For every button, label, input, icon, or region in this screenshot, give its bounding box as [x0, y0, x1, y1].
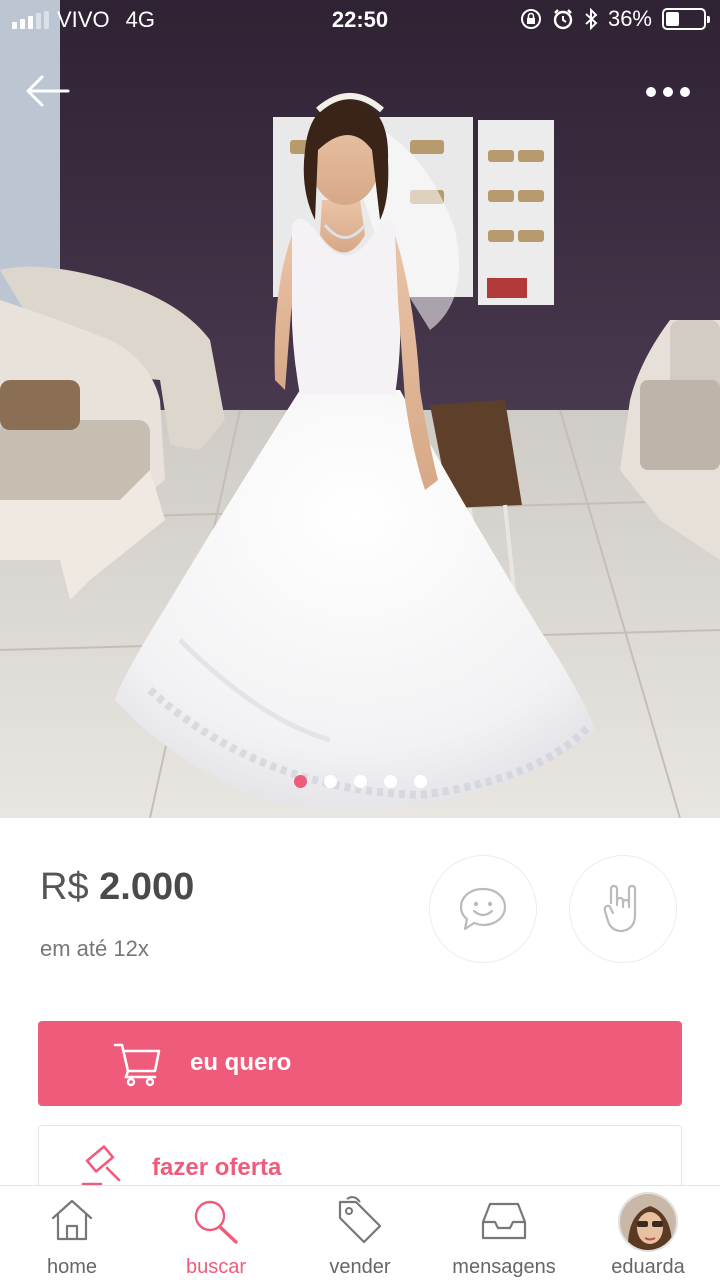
rotation-lock-icon	[520, 9, 541, 29]
inbox-icon	[481, 1202, 527, 1240]
carousel-dot[interactable]	[353, 775, 367, 788]
carousel-dot[interactable]	[293, 775, 307, 788]
more-options-button[interactable]	[646, 80, 696, 104]
price-value: 2.000	[99, 866, 195, 908]
want-button-label: eu quero	[190, 1049, 292, 1076]
rock-hand-icon	[603, 884, 637, 933]
chat-smile-icon	[459, 887, 507, 931]
carousel-pager[interactable]	[0, 775, 720, 788]
tab-label: vender	[329, 1256, 391, 1278]
price-label: R$ 2.000	[40, 866, 194, 909]
tab-search[interactable]: buscar	[144, 1186, 288, 1280]
rock-button[interactable]	[569, 855, 677, 963]
home-icon	[51, 1199, 93, 1241]
installments-label: em até 12x	[40, 936, 149, 961]
avatar	[618, 1192, 678, 1252]
back-arrow-icon	[26, 75, 70, 107]
status-bar: VIVO 4G 22:50 36%	[0, 0, 720, 40]
currency: R$	[40, 866, 89, 908]
battery-percent: 36%	[607, 6, 652, 31]
carousel-dot[interactable]	[413, 775, 427, 788]
alarm-icon	[553, 9, 573, 30]
bottom-tab-bar: home buscar vender mensagens eduarda	[0, 1185, 720, 1280]
carousel-dot[interactable]	[383, 775, 397, 788]
tab-label: mensagens	[452, 1256, 556, 1278]
tab-home[interactable]: home	[0, 1186, 144, 1280]
make-offer-label: fazer oferta	[152, 1154, 282, 1181]
tab-label: buscar	[185, 1256, 247, 1278]
tab-profile[interactable]: eduarda	[576, 1186, 720, 1280]
tab-label: home	[46, 1256, 98, 1278]
chat-button[interactable]	[429, 855, 537, 963]
more-options-icon	[646, 87, 656, 97]
back-button[interactable]	[20, 70, 74, 112]
search-icon	[194, 1200, 238, 1244]
cart-icon	[113, 1043, 161, 1087]
wedding-dress-photo	[0, 0, 720, 818]
tab-sell[interactable]: vender	[288, 1186, 432, 1280]
want-button[interactable]: eu quero	[38, 1021, 682, 1106]
tab-label: eduarda	[611, 1256, 685, 1278]
tab-messages[interactable]: mensagens	[432, 1186, 576, 1280]
price-tag-icon	[338, 1196, 382, 1244]
battery-icon	[662, 8, 710, 30]
bluetooth-icon	[585, 7, 598, 31]
carousel-dot[interactable]	[323, 775, 337, 788]
product-photo-carousel[interactable]: VIVO 4G 22:50 36%	[0, 0, 720, 818]
